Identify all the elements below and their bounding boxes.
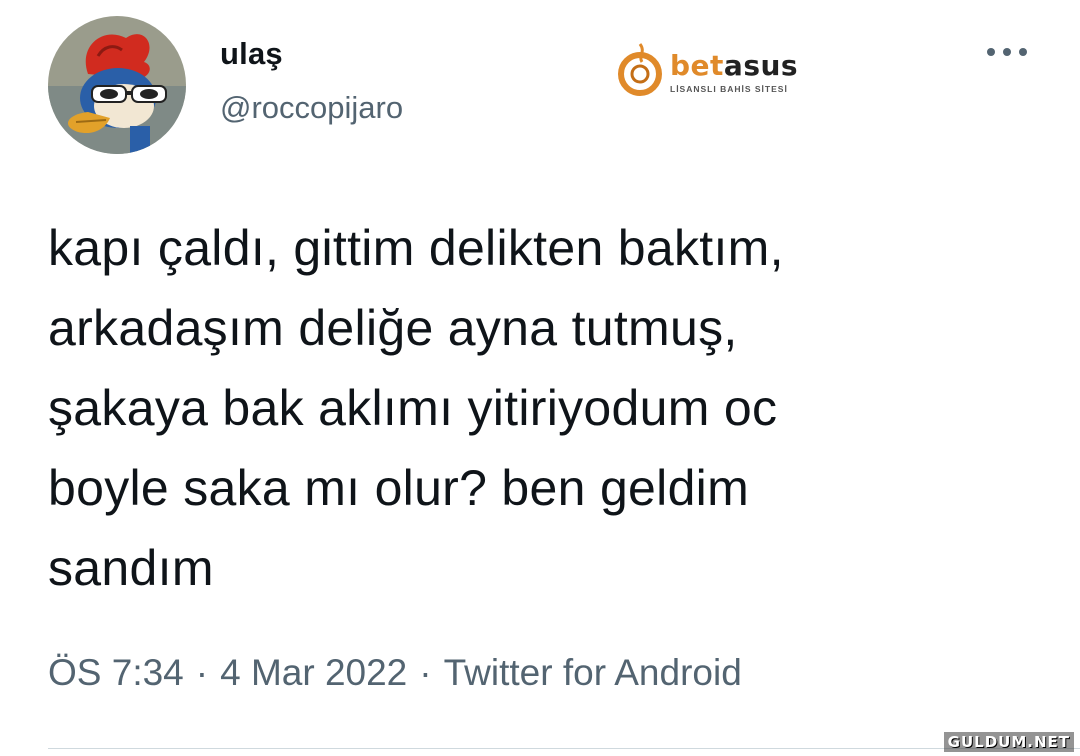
- watermark-brand-part2: asus: [723, 49, 799, 82]
- tweet-text-line: boyle saka mı olur? ben geldim: [48, 460, 750, 516]
- tweet-source[interactable]: Twitter for Android: [444, 652, 742, 693]
- betasus-watermark: betasus LİSANSLI BAHİS SİTESİ: [616, 42, 822, 98]
- user-handle[interactable]: @roccopijaro: [220, 90, 403, 126]
- meta-separator: ·: [419, 652, 432, 693]
- meta-separator: ·: [195, 652, 209, 693]
- divider: [48, 748, 1080, 749]
- watermark-tagline: LİSANSLI BAHİS SİTESİ: [670, 84, 788, 94]
- tweet-time[interactable]: ÖS 7:34: [48, 652, 184, 693]
- avatar[interactable]: [48, 16, 186, 154]
- woody-woodpecker-avatar-icon: [48, 16, 186, 154]
- tweet-text-line: şakaya bak aklımı yitiriyodum oc: [48, 380, 778, 436]
- tweet-metadata: ÖS 7:34 · 4 Mar 2022 · Twitter for Android: [48, 652, 742, 694]
- more-options-icon: [987, 48, 1027, 56]
- more-options-button[interactable]: [980, 32, 1036, 72]
- watermark-brand: betasus: [670, 52, 798, 80]
- tweet-text: kapı çaldı, gittim delikten baktım, arka…: [48, 208, 1048, 608]
- site-watermark: GULDUM.NET: [943, 732, 1074, 752]
- betasus-logo-icon: [618, 43, 662, 96]
- watermark-brand-part1: bet: [670, 49, 724, 82]
- display-name[interactable]: ulaş: [220, 36, 283, 72]
- tweet-text-line: kapı çaldı, gittim delikten baktım,: [48, 220, 784, 276]
- tweet-text-line: sandım: [48, 540, 214, 596]
- tweet-date[interactable]: 4 Mar 2022: [220, 652, 407, 693]
- tweet-text-line: arkadaşım deliğe ayna tutmuş,: [48, 300, 738, 356]
- tweet-card: ulaş @roccopijaro betasus LİSANSLI BAHİS…: [0, 0, 1080, 756]
